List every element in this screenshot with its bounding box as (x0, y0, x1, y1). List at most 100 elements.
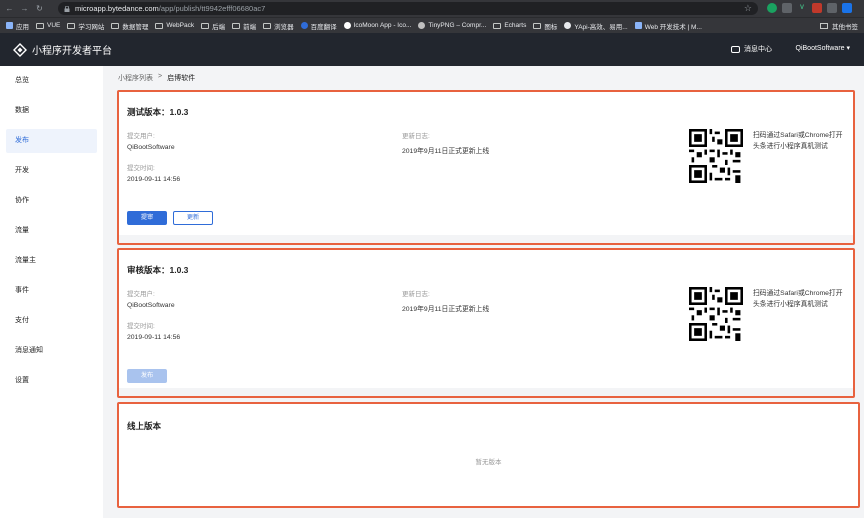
yapi-icon (564, 22, 572, 29)
icomoon-icon (343, 22, 351, 29)
message-center-label: 消息中心 (744, 46, 772, 53)
translate-icon (300, 22, 308, 29)
sidebar-item-traffic[interactable]: 流量 (0, 216, 103, 246)
url-text: microapp.bytedance.com/app/publish/tt994… (75, 4, 265, 13)
sidebar-item-payment[interactable]: 支付 (0, 306, 103, 336)
bookmarks-bar: 应用 VUE 学习网站 数据管理 WebPack 后端 前端 浏览器 百度翻译 … (0, 17, 864, 33)
sidebar-item-label: 流量主 (15, 257, 36, 264)
extension-icon[interactable] (812, 3, 822, 13)
bookmark-item[interactable]: Web 开发技术 | M... (634, 21, 702, 31)
bookmark-item[interactable]: 后端 (201, 21, 225, 31)
other-bookmarks-label: 其他书签 (832, 24, 858, 31)
breadcrumb-separator: > (158, 73, 163, 80)
bookmark-item[interactable]: YApi-高效、易用... (564, 21, 628, 31)
empty-state-text: 暂无版本 (475, 459, 502, 466)
user-menu[interactable]: QiBootSoftware ▾ (796, 44, 850, 52)
bookmark-item[interactable]: TinyPNG – Compr... (418, 22, 486, 29)
url-host: microapp.bytedance.com (75, 4, 159, 13)
reload-icon[interactable]: ↻ (34, 3, 45, 14)
extension-icon[interactable] (767, 3, 777, 13)
sidebar: 总览 数据 发布 开发 协作 流量 流量主 事件 支付 消息通知 设置 (0, 66, 103, 518)
bookmark-item[interactable]: 数据管理 (111, 21, 148, 31)
sidebar-item-label: 设置 (15, 377, 29, 384)
back-icon[interactable]: ← (4, 3, 15, 14)
folder-icon (67, 22, 76, 29)
folder-icon (36, 22, 44, 29)
submitter-label: 提交用户: (127, 291, 155, 298)
forward-icon[interactable]: → (19, 3, 30, 14)
vue-devtools-icon[interactable]: V (797, 3, 807, 13)
test-version-card: 测试版本：1.0.3 提交用户: QiBootSoftware 提交时间: 20… (117, 90, 855, 245)
submitter-value: QiBootSoftware (127, 144, 175, 151)
submit-review-button[interactable]: 提审 (127, 211, 167, 225)
breadcrumb: 小程序列表 > 启博软件 (118, 73, 195, 83)
extension-icon[interactable] (842, 3, 852, 13)
app-header: 小程序开发者平台 消息中心 QiBootSoftware ▾ (0, 33, 864, 66)
sidebar-item-develop[interactable]: 开发 (0, 156, 103, 186)
sidebar-item-overview[interactable]: 总览 (0, 66, 103, 96)
extension-icon[interactable] (782, 3, 792, 13)
sidebar-item-data[interactable]: 数据 (0, 96, 103, 126)
message-center-button[interactable]: 消息中心 (731, 44, 772, 54)
review-version-card: 审核版本：1.0.3 提交用户: QiBootSoftware 提交时间: 20… (117, 248, 855, 398)
update-button[interactable]: 更新 (173, 211, 213, 225)
review-version-title: 审核版本：1.0.3 (127, 265, 189, 275)
bookmark-label: YApi-高效、易用... (574, 23, 628, 31)
sidebar-item-notifications[interactable]: 消息通知 (0, 336, 103, 366)
publish-button[interactable]: 发布 (127, 369, 167, 383)
folder-icon (263, 22, 272, 29)
bookmark-item[interactable]: 百度翻译 (300, 21, 337, 31)
bookmark-item[interactable]: VUE (36, 22, 60, 29)
qr-tip-text: 扫码通过Safari或Chrome打开头条进行小程序真机测试 (753, 132, 843, 150)
bookmark-item[interactable]: Echarts (493, 22, 526, 29)
sidebar-item-publish[interactable]: 发布 (0, 126, 103, 156)
sidebar-item-label: 流量 (15, 227, 29, 234)
sidebar-item-collaborate[interactable]: 协作 (0, 186, 103, 216)
update-log-value: 2019年9月11日正式更新上线 (402, 148, 490, 155)
sidebar-item-events[interactable]: 事件 (0, 276, 103, 306)
bookmark-item[interactable]: 学习网站 (67, 21, 104, 31)
bookmark-item[interactable]: WebPack (155, 22, 194, 29)
extension-icon[interactable] (827, 3, 837, 13)
bookmark-label: VUE (47, 22, 61, 29)
bookmark-label: 浏览器 (274, 23, 294, 31)
bookmark-item[interactable]: 浏览器 (263, 21, 294, 31)
sidebar-item-label: 发布 (15, 137, 29, 144)
address-bar[interactable]: microapp.bytedance.com/app/publish/tt994… (58, 2, 758, 15)
bookmark-label: IcoMoon App - Ico... (353, 22, 412, 29)
sidebar-item-label: 协作 (15, 197, 29, 204)
bookmark-star-icon[interactable]: ☆ (744, 2, 752, 15)
submit-time-label: 提交时间: (127, 323, 155, 330)
logo-icon (13, 42, 27, 57)
sidebar-item-traffic-owner[interactable]: 流量主 (0, 246, 103, 276)
submit-time-value: 2019-09-11 14:56 (127, 176, 181, 183)
bookmark-item[interactable]: 前端 (232, 21, 256, 31)
breadcrumb-parent-link[interactable]: 小程序列表 (118, 73, 153, 83)
sidebar-item-label: 支付 (15, 317, 29, 324)
qr-code-icon (689, 287, 743, 341)
card-footer (119, 235, 853, 243)
bookmark-label: 学习网站 (78, 23, 105, 31)
breadcrumb-current: 启博软件 (167, 75, 196, 82)
bookmark-label: Web 开发技术 | M... (644, 23, 702, 31)
browser-toolbar: ← → ↻ microapp.bytedance.com/app/publish… (0, 0, 864, 17)
bookmark-label: 前端 (243, 23, 257, 31)
bookmark-item[interactable]: 图标 (533, 21, 557, 31)
qr-tip-text: 扫码通过Safari或Chrome打开头条进行小程序真机测试 (753, 290, 843, 308)
qr-code-icon (689, 129, 743, 183)
extension-icons: V (767, 3, 852, 13)
mdn-icon (634, 22, 642, 29)
other-bookmarks[interactable]: 其他书签 (820, 21, 858, 31)
folder-icon (111, 22, 120, 29)
card-footer (119, 388, 853, 396)
url-path: /app/publish/tt9942efff06680ac7 (158, 4, 266, 13)
sidebar-item-settings[interactable]: 设置 (0, 366, 103, 396)
update-log-label: 更新日志: (402, 133, 430, 140)
message-icon (731, 45, 740, 53)
sidebar-item-label: 事件 (15, 287, 29, 294)
folder-icon (201, 22, 210, 29)
bookmark-item[interactable]: 应用 (6, 21, 29, 31)
submitter-label: 提交用户: (127, 133, 155, 140)
bookmark-label: WebPack (166, 22, 195, 29)
bookmark-item[interactable]: IcoMoon App - Ico... (343, 22, 412, 29)
